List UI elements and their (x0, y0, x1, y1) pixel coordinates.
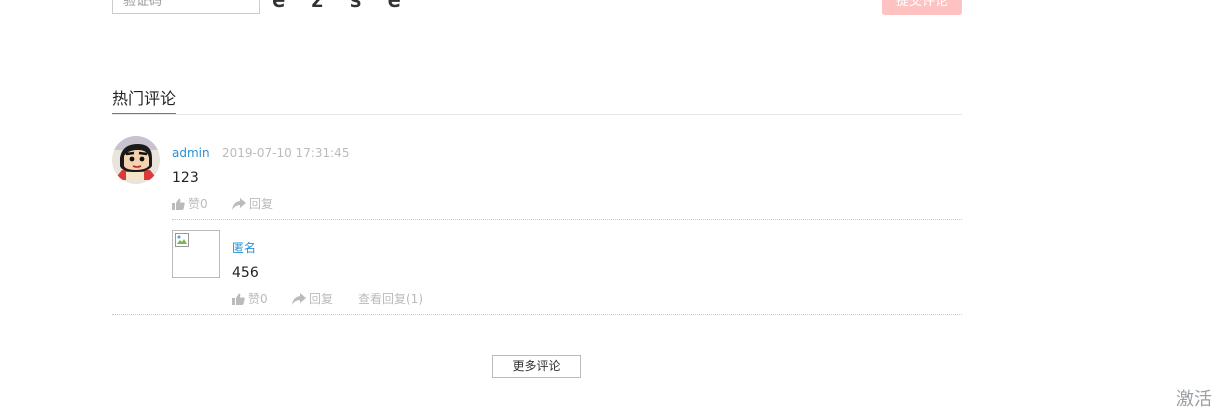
reply-username[interactable]: 匿名 (232, 240, 256, 256)
captcha-input[interactable]: 验证码 (112, 0, 260, 14)
broken-image-icon (175, 233, 189, 247)
comment-timestamp: 2019-07-10 17:31:45 (222, 146, 350, 160)
like-button[interactable]: 赞0 (172, 196, 208, 212)
comment-username[interactable]: admin (172, 145, 210, 161)
thread-divider (112, 314, 962, 315)
reply-button[interactable]: 回复 (232, 196, 273, 212)
section-divider (112, 114, 962, 115)
reply-content: 456 (232, 265, 259, 281)
thumbs-up-icon (232, 293, 245, 305)
view-replies-label: 查看回复(1) (358, 292, 423, 306)
comment-divider (172, 219, 962, 220)
thumbs-up-icon (172, 198, 185, 210)
reply-reply-label: 回复 (309, 292, 334, 306)
activate-watermark: 激活 (1176, 389, 1212, 410)
like-count: 赞0 (188, 197, 208, 211)
view-replies-link[interactable]: 查看回复(1) (358, 291, 423, 307)
reply-avatar[interactable] (172, 230, 220, 278)
reply-like-count: 赞0 (248, 292, 268, 306)
comment-content: 123 (172, 170, 199, 186)
avatar[interactable] (112, 136, 160, 184)
share-arrow-icon (232, 198, 246, 210)
more-comments-button[interactable]: 更多评论 (492, 355, 581, 378)
share-arrow-icon (292, 293, 306, 305)
cartoon-avatar-icon (112, 136, 160, 184)
submit-comment-button[interactable]: 提交评论 (882, 0, 962, 15)
reply-like-button[interactable]: 赞0 (232, 291, 268, 307)
section-title: 热门评论 (112, 89, 177, 115)
reply-label: 回复 (249, 197, 274, 211)
reply-reply-button[interactable]: 回复 (292, 291, 333, 307)
captcha-image[interactable]: e z s e (272, 0, 407, 14)
